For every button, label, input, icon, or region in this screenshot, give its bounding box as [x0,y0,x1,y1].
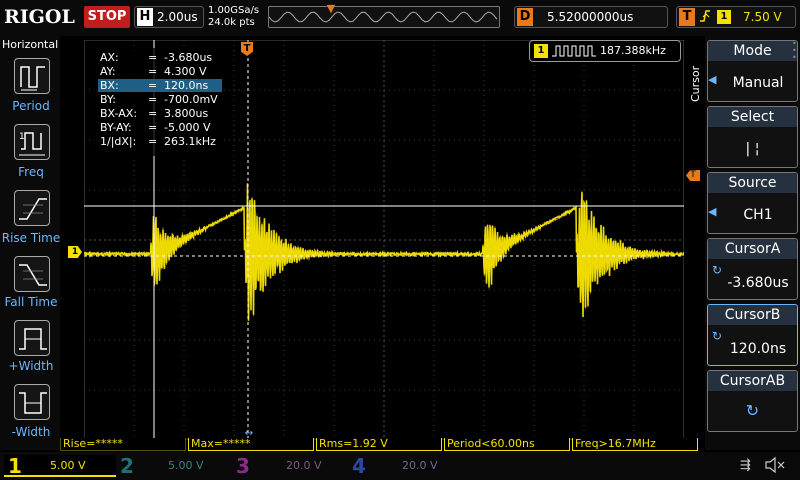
cursor-row-dx: BX-AX: = 3.800us [100,107,209,120]
cursor-ab-label: CursorAB [708,371,797,391]
positive-width-label: +Width [8,359,54,373]
run-stop-status[interactable]: STOP [84,6,130,28]
cursor-row-inv-dx: 1/|dX|: = 263.1kHz [100,135,216,148]
trigger-level-marker[interactable]: T [686,170,700,181]
cursor-row-bx: BX: = 120.0ns [98,79,222,92]
source-label: Source [708,173,797,193]
trigger-label: T [679,8,695,26]
menu-title: Cursor [689,65,702,102]
cursor-row-dy: BY-AY: = -5.000 V [100,121,211,134]
measure-period[interactable]: Period<60.00ns [444,438,570,451]
memory-waveform [269,11,498,23]
measure-rms[interactable]: Rms=1.92 V [316,438,442,451]
channel-4-button[interactable]: 4 20.0 V [350,455,462,477]
channel-1-scale: 5.00 V [50,459,86,472]
cursor-b-value: 120.0ns [729,341,787,357]
cursor-a-softkey[interactable]: CursorA ↻ -3.680us [707,238,798,300]
sample-rate: 1.00GSa/s [208,5,260,16]
measure-max[interactable]: Max=***** [188,438,314,451]
select-value: | ¦ [745,141,760,157]
page-indicator: • • • [792,39,797,62]
channel-4-scale: 20.0 V [402,459,438,472]
channel-2-number: 2 [120,454,134,478]
fall-time-button[interactable] [14,256,50,292]
horizontal-timebase[interactable]: H 2.00us [134,6,204,28]
measure-rise[interactable]: Rise=***** [60,438,186,451]
timebase-value: 2.00us [157,10,198,24]
delay-box[interactable]: D 5.52000000us [514,6,668,28]
fall-time-icon [19,264,47,286]
cursor-a-label: CursorA [708,239,797,259]
positive-width-button[interactable] [14,320,50,356]
negative-width-button[interactable] [14,384,50,420]
svg-text:1: 1 [19,132,25,142]
channel-1-button[interactable]: 1 5.00 V [4,455,116,477]
fall-time-label: Fall Time [4,295,58,309]
trigger-box[interactable]: T 1 7.50 V [676,6,796,28]
cursor-a-value: -3.680us [727,275,789,291]
channel-4-number: 4 [352,454,366,478]
delay-label: D [517,8,533,26]
cursor-readout-panel: AX: = -3.680us AY: = 4.300 V BX: = 120.0ns BY:… [94,48,224,156]
rotate-knob-icon: ↻ [745,401,760,420]
measure-panel-title: Horizontal [2,38,59,51]
memory-depth: 24.0k pts [208,17,255,28]
cursor-row-ax: AX: = -3.680us [100,51,213,64]
cursor-b-label: CursorB [708,305,797,325]
memory-overview [268,6,500,28]
freq-button[interactable]: 1 [14,124,50,160]
ch1-offset-marker[interactable]: 1 [68,246,82,258]
select-softkey[interactable]: Select | ¦ [707,106,798,168]
measure-freq[interactable]: Freq>16.7MHz [572,438,698,451]
freq-label: Freq [18,165,44,179]
period-icon [20,66,45,91]
rigol-logo: RIGOL [4,6,75,28]
rise-time-button[interactable] [14,190,50,226]
channel-3-scale: 20.0 V [286,459,322,472]
select-label: Select [708,107,797,127]
period-label: Period [12,99,50,113]
channel-3-number: 3 [236,454,250,478]
trigger-position-icon: ▼ [326,2,336,15]
mode-value: Manual [732,75,784,91]
cursor-ab-softkey[interactable]: CursorAB ↻ [707,370,798,432]
channel-1-number: 1 [8,454,22,478]
horizontal-label: H [137,8,153,26]
mode-softkey[interactable]: Mode ◀ Manual [707,40,798,102]
trigger-level: 7.50 V [743,10,782,24]
pulse-train-icon [552,45,596,57]
rising-edge-icon [699,8,713,26]
period-button[interactable] [14,58,50,94]
cursor-row-by: BY: = -700.0mV [100,93,218,106]
cursor-row-ay: AY: = 4.300 V [100,65,207,78]
frequency-counter: 1 187.388kHz [529,40,681,62]
trigger-source-badge: 1 [717,10,731,24]
cursor-b-softkey[interactable]: CursorB ↻ 120.0ns [707,304,798,366]
rise-time-icon [19,198,47,220]
measurement-bar: Rise=***** Max=***** Rms=1.92 V Period<6… [60,438,700,452]
channel-2-scale: 5.00 V [168,459,204,472]
freq-icon: 1 [19,132,45,156]
usb-icon: ⇶ [740,458,751,473]
positive-width-icon [19,328,47,350]
speaker-muted-icon[interactable] [764,456,786,474]
counter-channel-badge: 1 [534,44,548,58]
rise-time-label: Rise Time [1,231,61,245]
negative-width-icon [19,392,47,414]
counter-value: 187.388kHz [600,44,666,57]
channel-2-button[interactable]: 2 5.00 V [118,455,230,477]
channel-3-button[interactable]: 3 20.0 V [234,455,346,477]
left-arrow-icon: ◀ [708,205,717,218]
source-value: CH1 [743,207,773,223]
left-arrow-icon: ◀ [708,73,717,86]
mode-label: Mode [708,41,797,61]
source-softkey[interactable]: Source ◀ CH1 [707,172,798,234]
negative-width-label: -Width [11,425,51,439]
delay-value: 5.52000000us [547,10,634,24]
